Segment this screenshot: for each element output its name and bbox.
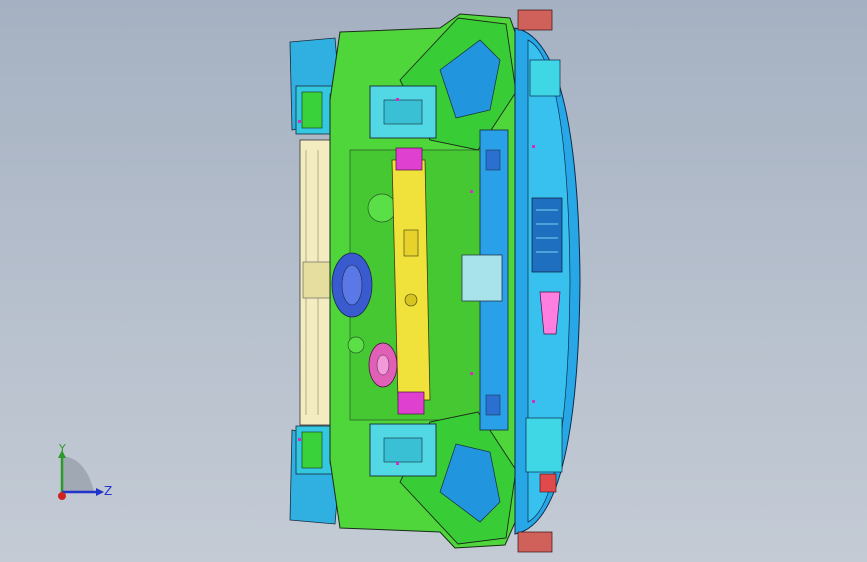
graphics-viewport[interactable]: Y Z — [0, 0, 867, 562]
axis-z-label: Z — [104, 484, 113, 498]
cad-model-subframe[interactable] — [0, 0, 867, 562]
axis-y-label: Y — [59, 442, 66, 455]
